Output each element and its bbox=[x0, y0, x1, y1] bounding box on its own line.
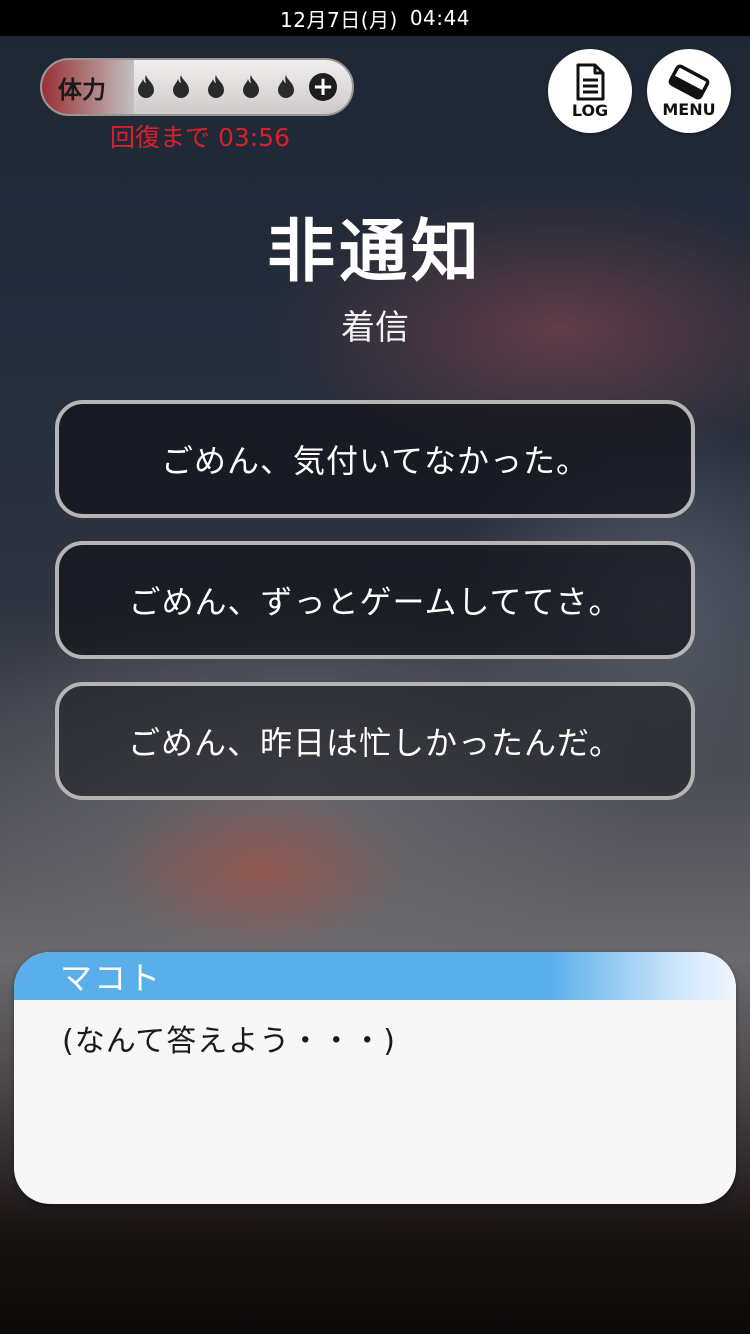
document-icon bbox=[576, 63, 605, 100]
stamina-flames bbox=[134, 74, 309, 100]
choice-label: ごめん、昨日は忙しかったんだ。 bbox=[127, 724, 623, 762]
choice-label: ごめん、気付いてなかった。 bbox=[160, 442, 590, 480]
stamina-flame-icon bbox=[173, 75, 189, 98]
status-date: 12月7日(月) bbox=[280, 7, 398, 32]
stamina-flame-icon bbox=[208, 75, 224, 98]
stamina-flame-icon bbox=[243, 75, 259, 98]
stamina-flame-icon bbox=[278, 75, 294, 98]
log-button-label: LOG bbox=[571, 100, 609, 120]
menu-button-label: MENU bbox=[662, 99, 716, 119]
menu-icon bbox=[668, 63, 710, 100]
choice-button[interactable]: ごめん、ずっとゲームしててさ。 bbox=[55, 541, 695, 659]
stamina-recovery-timer: 回復まで 03:56 bbox=[110, 123, 290, 152]
log-button[interactable]: LOG bbox=[548, 49, 632, 133]
menu-button[interactable]: MENU bbox=[647, 49, 731, 133]
choice-button[interactable]: ごめん、昨日は忙しかったんだ。 bbox=[55, 682, 695, 800]
call-status: 着信 bbox=[341, 308, 409, 348]
stamina-flame-icon bbox=[138, 75, 154, 98]
status-bar: 12月7日(月) 04:44 bbox=[0, 0, 750, 36]
dialog-text: (なんて答えよう・・・) bbox=[62, 1024, 396, 1059]
status-time: 04:44 bbox=[409, 6, 470, 30]
dialog-box[interactable]: マコト (なんて答えよう・・・) bbox=[14, 952, 736, 1204]
choice-label: ごめん、ずっとゲームしててさ。 bbox=[128, 583, 622, 621]
speaker-name: マコト bbox=[14, 952, 736, 1000]
caller-name: 非通知 bbox=[266, 213, 483, 292]
stamina-label: 体力 bbox=[42, 60, 134, 114]
choice-button[interactable]: ごめん、気付いてなかった。 bbox=[55, 400, 695, 518]
stamina-meter: 体力 + bbox=[40, 58, 354, 116]
stamina-plus-button[interactable]: + bbox=[309, 73, 337, 101]
game-screen: 12月7日(月) 04:44 体力 + 回復まで 03:56 LOG MENU … bbox=[0, 0, 750, 1334]
